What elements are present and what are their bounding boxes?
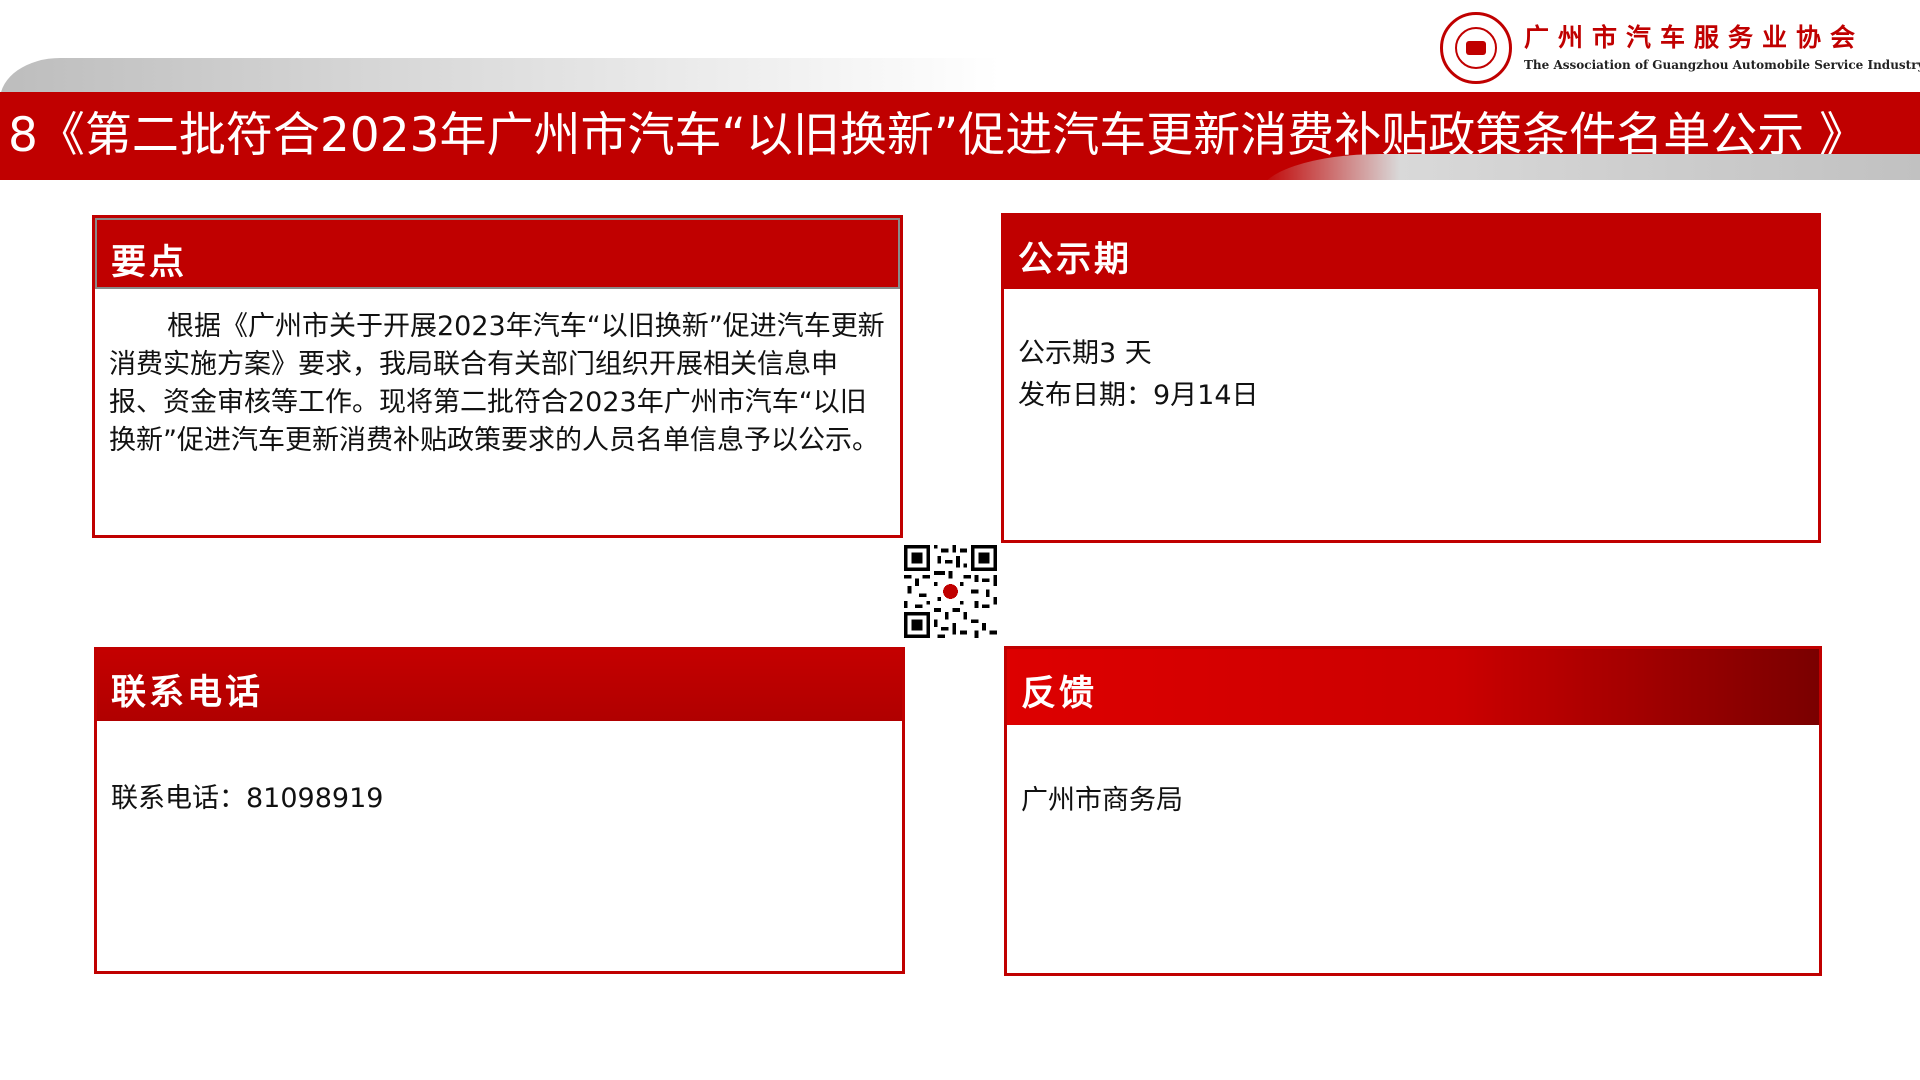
publicity-period-title: 公示期 bbox=[1018, 240, 1133, 280]
qr-code-icon[interactable] bbox=[904, 545, 997, 638]
publicity-duration: 公示期3 天 bbox=[1018, 338, 1152, 369]
feedback-title: 反馈 bbox=[1021, 674, 1098, 714]
association-name-cn: 广州市汽车服务业协会 bbox=[1524, 23, 1865, 52]
feedback-body: 广州市商务局 bbox=[1021, 785, 1183, 816]
association-seal-icon bbox=[1440, 12, 1512, 84]
feedback-header: 反馈 bbox=[1007, 649, 1819, 725]
contact-title: 联系电话 bbox=[111, 673, 264, 713]
key-points-card: 要点 根据《广州市关于开展2023年汽车“以旧换新”促进汽车更新消费实施方案》要… bbox=[92, 215, 903, 538]
contact-header: 联系电话 bbox=[97, 650, 902, 721]
publicity-period-header: 公示期 bbox=[1004, 216, 1818, 289]
key-points-header: 要点 bbox=[95, 218, 900, 289]
contact-phone: 联系电话：81098919 bbox=[111, 783, 384, 814]
association-logo: 广州市汽车服务业协会 The Association of Guangzhou … bbox=[1440, 12, 1920, 84]
contact-card: 联系电话 联系电话：81098919 bbox=[94, 647, 905, 974]
association-name-en: The Association of Guangzhou Automobile … bbox=[1524, 58, 1920, 72]
publish-date: 发布日期：9月14日 bbox=[1018, 380, 1259, 411]
publicity-period-card: 公示期 公示期3 天 发布日期：9月14日 bbox=[1001, 213, 1821, 543]
title-swoosh-decor bbox=[1260, 154, 1920, 180]
key-points-body: 根据《广州市关于开展2023年汽车“以旧换新”促进汽车更新消费实施方案》要求，我… bbox=[109, 311, 885, 456]
publicity-period-body: 公示期3 天 发布日期：9月14日 bbox=[1018, 333, 1804, 417]
feedback-card: 反馈 广州市商务局 bbox=[1004, 646, 1822, 976]
key-points-title: 要点 bbox=[111, 243, 188, 283]
title-bar: 8《第二批符合2023年广州市汽车“以旧换新”促进汽车更新消费补贴政策条件名单公… bbox=[0, 92, 1920, 180]
